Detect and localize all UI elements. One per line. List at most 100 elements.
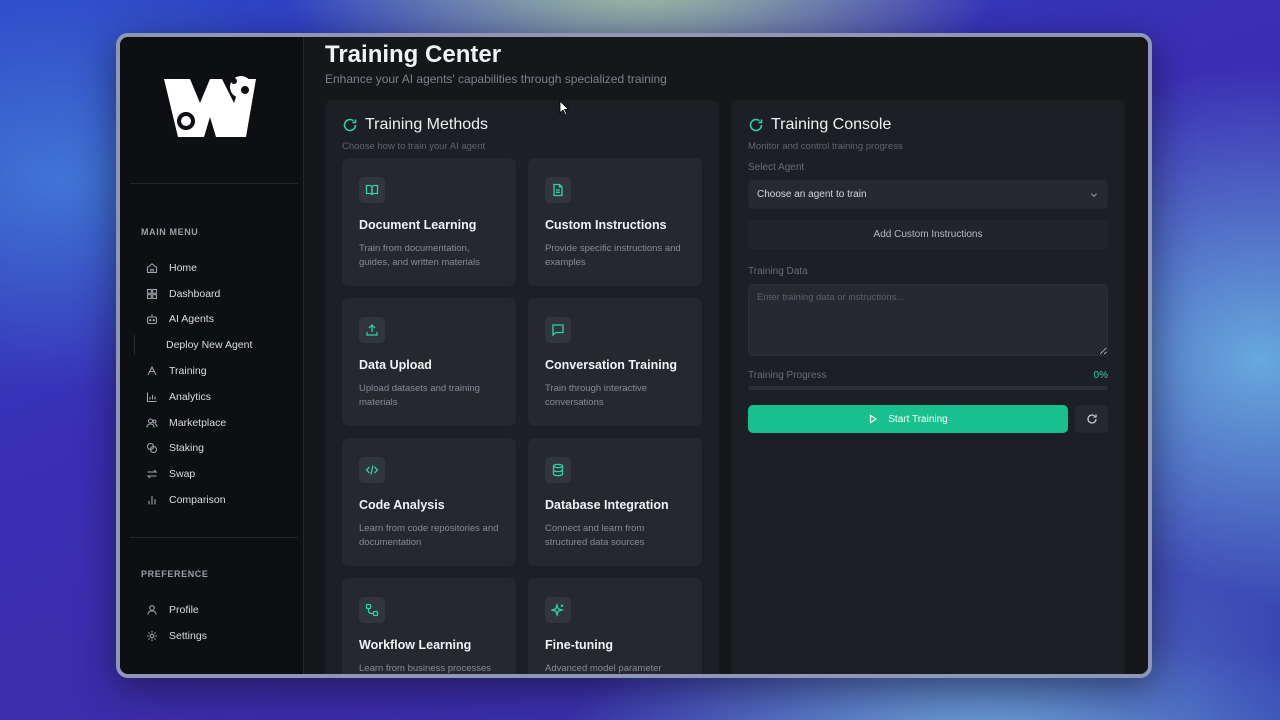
- card-title: Data Upload: [359, 358, 432, 372]
- sidebar-item-label: Profile: [169, 603, 199, 616]
- sidebar-item-label: Swap: [169, 468, 196, 481]
- training-progress-bar: [748, 386, 1108, 390]
- reset-button[interactable]: [1075, 405, 1108, 433]
- sidebar-item-profile[interactable]: Profile: [146, 597, 296, 623]
- home-icon: [146, 262, 158, 274]
- card-desc: Train through interactive conversations: [545, 383, 648, 408]
- training-methods-title: Training Methods: [342, 116, 488, 134]
- card-desc: Train from documentation, guides, and wr…: [359, 243, 480, 268]
- swap-icon: [146, 468, 158, 480]
- mouse-cursor-icon: [559, 100, 569, 116]
- sidebar-item-label: Dashboard: [169, 287, 221, 300]
- sidebar-item-settings[interactable]: Settings: [146, 623, 296, 649]
- sidebar-item-label: Deploy New Agent: [166, 339, 253, 352]
- app-window: MAIN MENU Home Dashboard AI Agents Deplo…: [116, 33, 1152, 678]
- agent-select-value: Choose an agent to train: [757, 189, 867, 200]
- sidebar-item-swap[interactable]: Swap: [146, 461, 296, 487]
- start-training-button[interactable]: Start Training: [748, 405, 1068, 433]
- sidebar-divider: [130, 183, 298, 184]
- sidebar-item-label: Training: [169, 365, 207, 378]
- sidebar-item-ai-agents[interactable]: AI Agents: [146, 307, 296, 333]
- gear-icon: [146, 630, 158, 642]
- book-icon: [359, 177, 385, 203]
- method-card-document-learning[interactable]: Document Learning Train from documentati…: [342, 158, 516, 286]
- sidebar-item-home[interactable]: Home: [146, 255, 296, 281]
- method-card-database-integration[interactable]: Database Integration Connect and learn f…: [528, 438, 702, 566]
- main-content: Training Center Enhance your AI agents' …: [304, 37, 1148, 674]
- card-title: Database Integration: [545, 498, 669, 512]
- preference-label: PREFERENCE: [141, 569, 209, 579]
- bot-icon: [146, 313, 158, 325]
- training-icon: [146, 365, 158, 377]
- card-title: Document Learning: [359, 218, 477, 232]
- chat-icon: [545, 317, 571, 343]
- sidebar-item-dashboard[interactable]: Dashboard: [146, 281, 296, 307]
- method-card-conversation-training[interactable]: Conversation Training Train through inte…: [528, 298, 702, 426]
- training-console-title: Training Console: [748, 116, 891, 134]
- training-methods-panel: Training Methods Choose how to train you…: [325, 100, 719, 674]
- sidebar-divider: [130, 537, 298, 538]
- card-desc: Upload datasets and training materials: [359, 383, 480, 408]
- sidebar-item-staking[interactable]: Staking: [146, 436, 296, 462]
- sidebar-item-label: Home: [169, 261, 198, 274]
- sidebar-item-label: Marketplace: [169, 416, 227, 429]
- page-title: Training Center: [325, 41, 502, 68]
- training-progress-percent: 0%: [1093, 370, 1108, 381]
- card-title: Custom Instructions: [545, 218, 667, 232]
- analytics-icon: [146, 391, 158, 403]
- training-data-label: Training Data: [748, 266, 808, 277]
- workflow-icon: [359, 597, 385, 623]
- dashboard-icon: [146, 288, 158, 300]
- method-card-code-analysis[interactable]: Code Analysis Learn from code repositori…: [342, 438, 516, 566]
- sidebar-item-label: Analytics: [169, 390, 212, 403]
- sidebar-item-analytics[interactable]: Analytics: [146, 384, 296, 410]
- card-desc: Connect and learn from structured data s…: [545, 523, 645, 548]
- preference-nav: Profile Settings: [146, 597, 296, 649]
- file-text-icon: [545, 177, 571, 203]
- card-title: Conversation Training: [545, 358, 677, 372]
- play-icon: [868, 414, 878, 424]
- agent-select[interactable]: Choose an agent to train: [748, 180, 1108, 209]
- training-console-panel: Training Console Monitor and control tra…: [731, 100, 1125, 674]
- sidebar-item-deploy-new-agent[interactable]: Deploy New Agent: [134, 332, 296, 358]
- sidebar-item-training[interactable]: Training: [146, 358, 296, 384]
- brand-logo[interactable]: [164, 73, 256, 145]
- method-card-custom-instructions[interactable]: Custom Instructions Provide specific ins…: [528, 158, 702, 286]
- chevron-down-icon: [1089, 190, 1099, 200]
- sparkles-icon: [545, 597, 571, 623]
- add-custom-instructions-button[interactable]: Add Custom Instructions: [748, 220, 1108, 249]
- user-icon: [146, 604, 158, 616]
- users-icon: [146, 417, 158, 429]
- card-desc: Provide specific instructions and exampl…: [545, 243, 681, 268]
- method-card-workflow-learning[interactable]: Workflow Learning Learn from business pr…: [342, 578, 516, 674]
- panel-title-text: Training Console: [771, 116, 892, 133]
- training-console-subtitle: Monitor and control training progress: [748, 141, 903, 152]
- card-title: Fine-tuning: [545, 638, 614, 652]
- card-desc: Learn from business processes: [359, 663, 492, 674]
- select-agent-label: Select Agent: [748, 162, 805, 173]
- coins-icon: [146, 442, 158, 454]
- method-card-data-upload[interactable]: Data Upload Upload datasets and training…: [342, 298, 516, 426]
- card-title: Code Analysis: [359, 498, 445, 512]
- card-desc: Learn from code repositories and documen…: [359, 523, 499, 548]
- sidebar-item-label: Settings: [169, 629, 207, 642]
- panel-title-text: Training Methods: [365, 116, 489, 133]
- main-nav: Home Dashboard AI Agents Deploy New Agen…: [134, 255, 296, 513]
- start-training-label: Start Training: [888, 413, 948, 425]
- training-data-input[interactable]: [748, 284, 1108, 356]
- method-card-fine-tuning[interactable]: Fine-tuning Advanced model parameter: [528, 578, 702, 674]
- upload-icon: [359, 317, 385, 343]
- sidebar-item-marketplace[interactable]: Marketplace: [146, 410, 296, 436]
- refresh-icon: [748, 117, 764, 133]
- sidebar-item-comparison[interactable]: Comparison: [146, 487, 296, 513]
- code-icon: [359, 457, 385, 483]
- refresh-icon: [1086, 413, 1098, 425]
- sidebar-item-label: Comparison: [169, 494, 226, 507]
- main-menu-label: MAIN MENU: [141, 227, 199, 237]
- bar-chart-icon: [146, 494, 158, 506]
- sidebar-item-label: Staking: [169, 442, 205, 455]
- training-methods-subtitle: Choose how to train your AI agent: [342, 141, 486, 152]
- page-subtitle: Enhance your AI agents' capabilities thr…: [325, 72, 667, 86]
- database-icon: [545, 457, 571, 483]
- sidebar-item-label: AI Agents: [169, 313, 214, 326]
